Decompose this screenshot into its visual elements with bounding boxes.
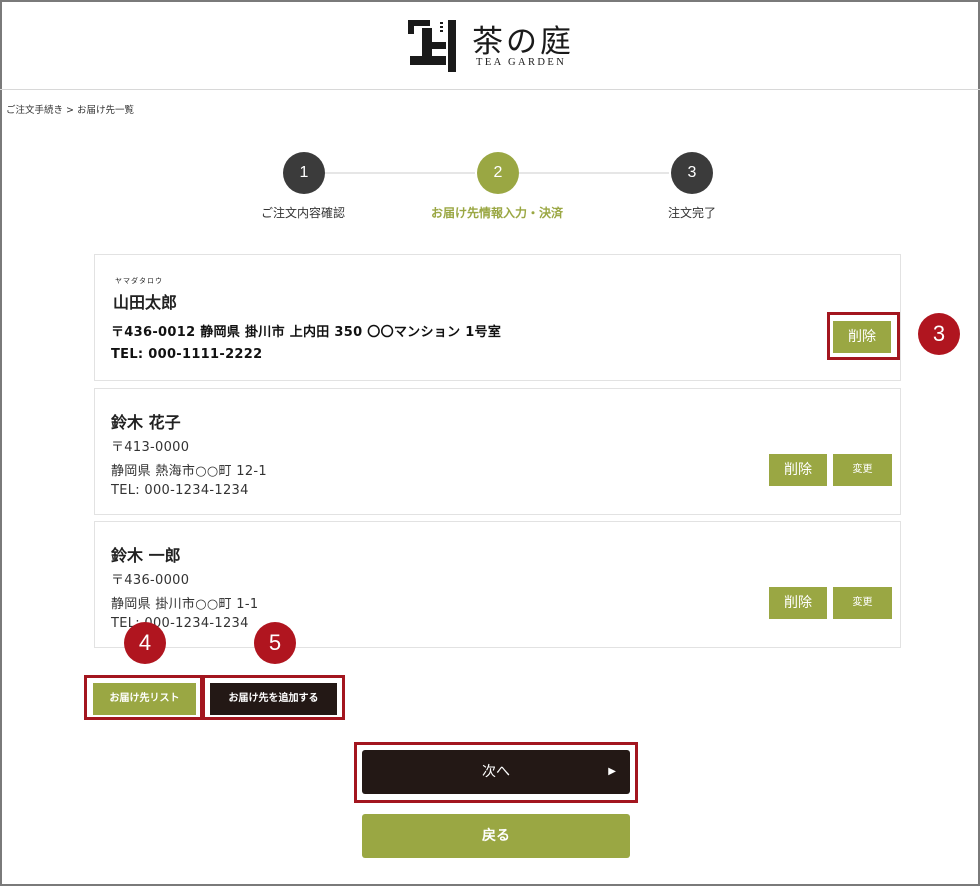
step-2-circle: 2 <box>477 152 519 194</box>
recipient-name: 山田太郎 <box>113 293 178 312</box>
phone-number: TEL: 000-1234-1234 <box>111 483 249 498</box>
postal-code: 〒436-0000 <box>111 573 190 588</box>
change-button-label: 変更 <box>852 597 873 608</box>
brand-mark-icon <box>408 20 456 72</box>
postal-code: 〒413-0000 <box>111 440 190 455</box>
next-button-label: 次へ <box>482 764 510 780</box>
address-list-button[interactable]: お届け先リスト <box>93 683 196 715</box>
change-button[interactable]: 変更 <box>833 587 892 619</box>
address-card: 鈴木 一郎 〒436-0000 静岡県 掛川市○○町 1-1 TEL: 000-… <box>94 521 901 648</box>
back-button[interactable]: 戻る <box>362 814 630 858</box>
brand-logo[interactable]: 茶の庭 TEA GARDEN <box>406 16 586 74</box>
furigana: ヤマダタロウ <box>115 277 163 285</box>
recipient-name: 鈴木 花子 <box>111 413 181 432</box>
address-card: ヤマダタロウ 山田太郎 〒436-0012 静岡県 掛川市 上内田 350 〇〇… <box>94 254 901 381</box>
step-2-label: お届け先情報入力・決済 <box>430 206 564 220</box>
annotation-badge-4: 4 <box>124 622 166 664</box>
step-connector <box>325 172 475 174</box>
highlight-delete <box>827 312 900 360</box>
delete-button[interactable]: 削除 <box>769 587 827 619</box>
step-3-label: 注文完了 <box>667 206 717 220</box>
delete-button[interactable]: 削除 <box>769 454 827 486</box>
brand-name-en: TEA GARDEN <box>476 57 567 68</box>
annotation-badge-5: 5 <box>254 622 296 664</box>
next-button[interactable]: 次へ ▶ <box>362 750 630 794</box>
change-button-label: 変更 <box>852 464 873 475</box>
recipient-name: 鈴木 一郎 <box>111 546 181 565</box>
postal-address: 〒436-0012 静岡県 掛川市 上内田 350 〇〇マンション 1号室 <box>111 325 502 340</box>
address-list-button-label: お届け先リスト <box>109 693 180 704</box>
delete-button-label: 削除 <box>784 462 812 478</box>
delete-button-label: 削除 <box>784 595 812 611</box>
breadcrumb[interactable]: ご注文手続き > お届け先一覧 <box>6 102 134 116</box>
step-connector <box>519 172 669 174</box>
street-address: 静岡県 掛川市○○町 1-1 <box>111 597 259 612</box>
annotation-badge-3: 3 <box>918 313 960 355</box>
play-arrow-icon: ▶ <box>608 766 616 777</box>
phone-number: TEL: 000-1111-2222 <box>111 347 263 362</box>
add-address-button[interactable]: お届け先を追加する <box>210 683 337 715</box>
step-1-label: ご注文内容確認 <box>260 206 346 220</box>
street-address: 静岡県 熱海市○○町 12-1 <box>111 464 267 479</box>
add-address-button-label: お届け先を追加する <box>228 693 319 704</box>
site-header: 茶の庭 TEA GARDEN <box>0 0 980 90</box>
address-card: 鈴木 花子 〒413-0000 静岡県 熱海市○○町 12-1 TEL: 000… <box>94 388 901 515</box>
back-button-label: 戻る <box>482 828 510 844</box>
step-1-circle: 1 <box>283 152 325 194</box>
brand-name-jp: 茶の庭 <box>472 24 574 60</box>
change-button[interactable]: 変更 <box>833 454 892 486</box>
step-3-circle: 3 <box>671 152 713 194</box>
